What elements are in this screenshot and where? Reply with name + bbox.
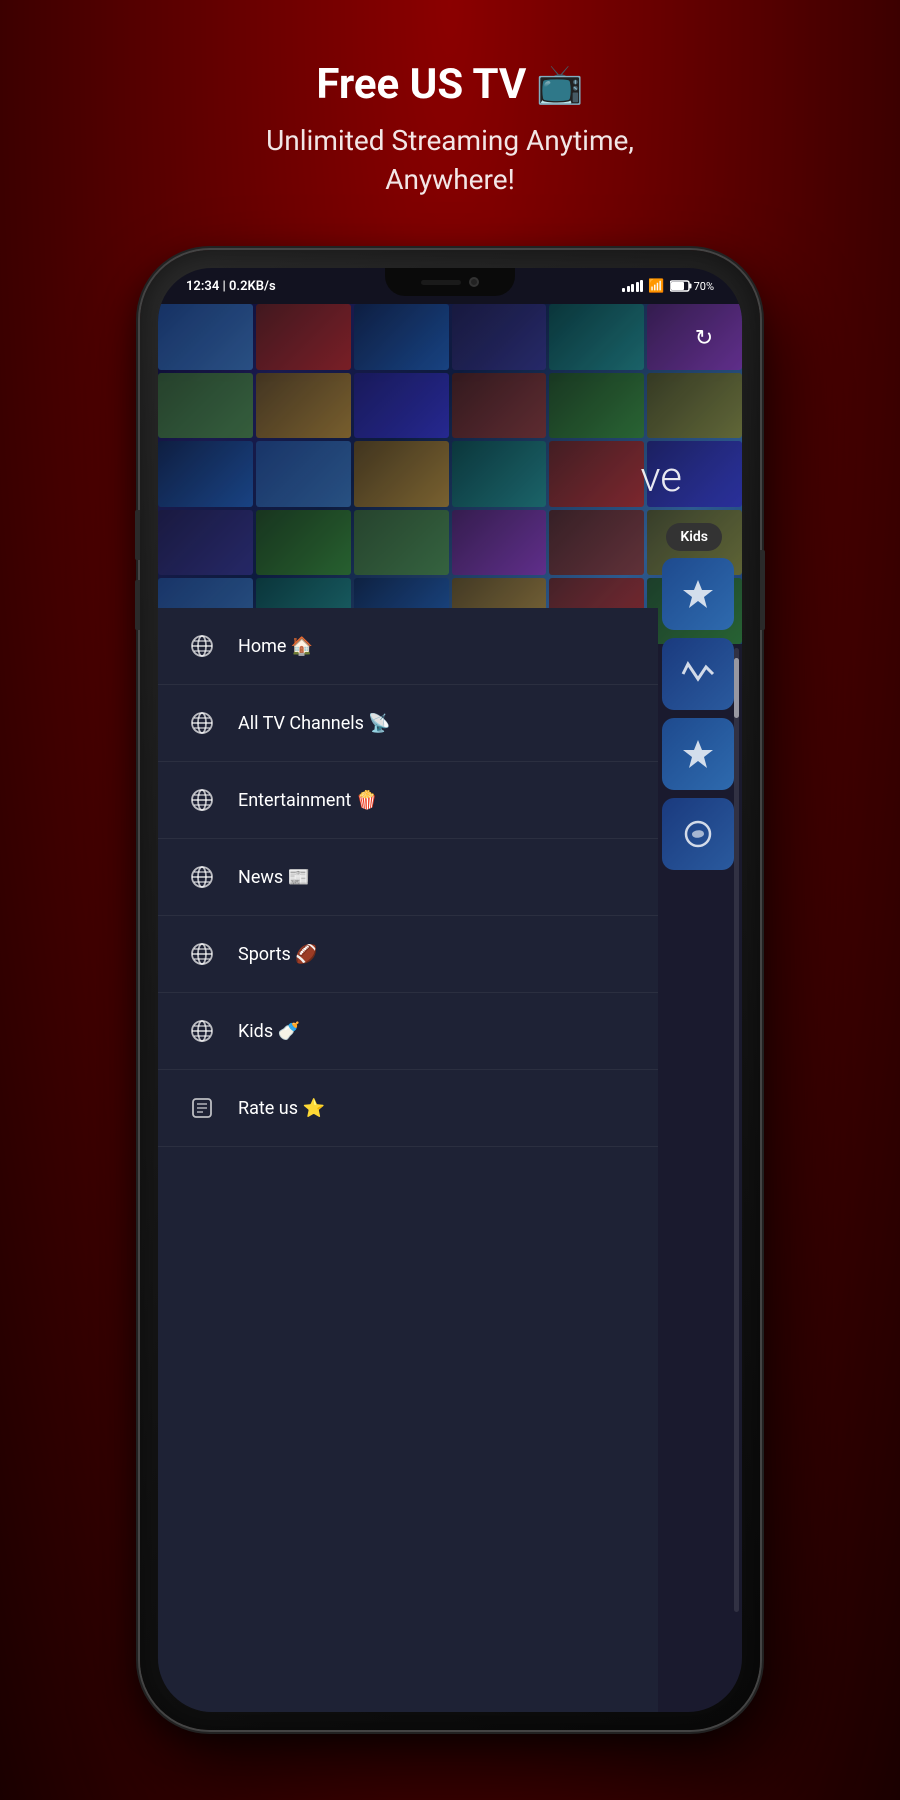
thumb-20 bbox=[256, 510, 351, 576]
star-icon-rate-us bbox=[186, 1092, 218, 1124]
channel-thumb-3[interactable] bbox=[662, 718, 734, 790]
thumb-10 bbox=[452, 373, 547, 439]
menu-item-entertainment[interactable]: Entertainment 🍿 bbox=[158, 762, 658, 839]
channel-thumb-1[interactable] bbox=[662, 558, 734, 630]
status-time: 12:34 | 0.2KB/s bbox=[186, 279, 276, 294]
menu-label-entertainment: Entertainment 🍿 bbox=[238, 790, 378, 811]
menu-item-news[interactable]: News 📰 bbox=[158, 839, 658, 916]
battery-icon: 70% bbox=[670, 280, 714, 293]
tv-icon: 📺 bbox=[536, 63, 583, 107]
thumb-4 bbox=[452, 304, 547, 370]
globe-icon-news bbox=[186, 861, 218, 893]
volume-up-button bbox=[135, 510, 140, 560]
thumb-14 bbox=[256, 441, 351, 507]
speaker bbox=[421, 280, 461, 285]
menu-label-all-tv: All TV Channels 📡 bbox=[238, 713, 391, 734]
drawer-menu: Home 🏠 All TV Channels 📡 bbox=[158, 608, 658, 1712]
refresh-icon: ↻ bbox=[695, 326, 713, 351]
menu-item-rate-us[interactable]: Rate us ⭐ bbox=[158, 1070, 658, 1147]
thumb-7 bbox=[158, 373, 253, 439]
camera bbox=[469, 277, 479, 287]
phone-shell: 12:34 | 0.2KB/s 📶 bbox=[140, 250, 760, 1730]
refresh-button[interactable]: ↻ bbox=[686, 320, 722, 356]
thumb-9 bbox=[354, 373, 449, 439]
wifi-icon: 📶 bbox=[648, 279, 664, 294]
thumb-1 bbox=[158, 304, 253, 370]
channel-thumb-4[interactable] bbox=[662, 798, 734, 870]
thumb-5 bbox=[549, 304, 644, 370]
power-button bbox=[760, 550, 765, 630]
scrollbar[interactable] bbox=[734, 648, 739, 1612]
menu-label-kids: Kids 🍼 bbox=[238, 1021, 300, 1042]
status-right: 📶 70% bbox=[622, 279, 714, 294]
right-channels bbox=[662, 558, 742, 870]
channel-thumb-2[interactable] bbox=[662, 638, 734, 710]
thumb-2 bbox=[256, 304, 351, 370]
live-text: ve bbox=[640, 453, 682, 502]
thumb-22 bbox=[452, 510, 547, 576]
menu-item-sports[interactable]: Sports 🏈 bbox=[158, 916, 658, 993]
globe-icon-kids bbox=[186, 1015, 218, 1047]
menu-label-home: Home 🏠 bbox=[238, 636, 313, 657]
notch bbox=[385, 268, 515, 296]
thumb-21 bbox=[354, 510, 449, 576]
menu-label-rate-us: Rate us ⭐ bbox=[238, 1098, 325, 1119]
thumb-3 bbox=[354, 304, 449, 370]
thumb-13 bbox=[158, 441, 253, 507]
globe-icon-home bbox=[186, 630, 218, 662]
app-title: Free US TV 📺 bbox=[0, 60, 900, 109]
globe-icon-entertainment bbox=[186, 784, 218, 816]
thumb-11 bbox=[549, 373, 644, 439]
title-text: Free US TV bbox=[316, 60, 526, 109]
globe-icon-all-tv bbox=[186, 707, 218, 739]
thumb-15 bbox=[354, 441, 449, 507]
kids-tab[interactable]: Kids bbox=[666, 523, 722, 551]
menu-item-all-tv[interactable]: All TV Channels 📡 bbox=[158, 685, 658, 762]
header-section: Free US TV 📺 Unlimited Streaming Anytime… bbox=[0, 0, 900, 229]
menu-item-home[interactable]: Home 🏠 bbox=[158, 608, 658, 685]
phone-container: 12:34 | 0.2KB/s 📶 bbox=[140, 250, 760, 1730]
thumb-12 bbox=[647, 373, 742, 439]
thumb-17 bbox=[549, 441, 644, 507]
battery-percent: 70% bbox=[694, 280, 714, 293]
thumb-19 bbox=[158, 510, 253, 576]
app-subtitle: Unlimited Streaming Anytime, Anywhere! bbox=[0, 121, 900, 199]
signal-bars bbox=[622, 280, 643, 292]
globe-icon-sports bbox=[186, 938, 218, 970]
phone-screen: 12:34 | 0.2KB/s 📶 bbox=[158, 268, 742, 1712]
menu-label-sports: Sports 🏈 bbox=[238, 944, 318, 965]
menu-item-kids[interactable]: Kids 🍼 bbox=[158, 993, 658, 1070]
menu-label-news: News 📰 bbox=[238, 867, 310, 888]
thumb-8 bbox=[256, 373, 351, 439]
thumb-16 bbox=[452, 441, 547, 507]
thumb-23 bbox=[549, 510, 644, 576]
volume-down-button bbox=[135, 580, 140, 630]
scrollbar-thumb[interactable] bbox=[734, 658, 739, 718]
